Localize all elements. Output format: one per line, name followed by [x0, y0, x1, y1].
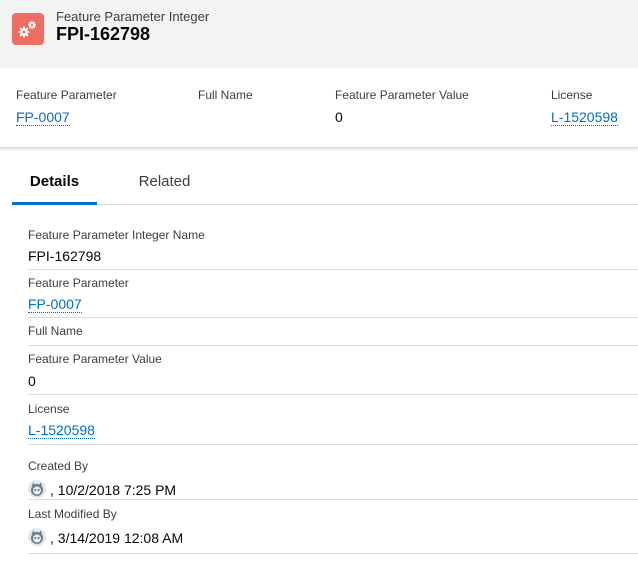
page-title: FPI-162798	[56, 24, 151, 44]
created-date: , 10/2/2018 7:25 PM	[50, 482, 177, 498]
gears-icon	[12, 13, 44, 45]
details-section: Feature Parameter Integer Name FPI-16279…	[28, 223, 638, 554]
feature-parameter-link[interactable]: FP-0007	[28, 296, 82, 313]
tab-details[interactable]: Details	[12, 160, 97, 205]
highlights-panel: Feature Parameter FP-0007 Full Name Feat…	[0, 68, 638, 148]
modified-date: , 3/14/2019 12:08 AM	[50, 530, 184, 546]
license-link[interactable]: L-1520598	[551, 109, 618, 126]
field-label: Last Modified By	[28, 507, 117, 521]
field-name: Feature Parameter Integer Name FPI-16279…	[28, 223, 638, 270]
tab-bar: Details Related	[12, 160, 638, 205]
tab-related[interactable]: Related	[127, 160, 202, 204]
license-link[interactable]: L-1520598	[28, 422, 95, 439]
highlight-value	[198, 109, 253, 127]
highlight-label: Feature Parameter	[16, 88, 117, 102]
highlight-full-name: Full Name	[198, 88, 253, 127]
highlight-feature-parameter-value: Feature Parameter Value 0	[335, 88, 469, 127]
field-license: License L-1520598	[28, 395, 638, 445]
feature-parameter-link[interactable]: FP-0007	[16, 109, 70, 126]
highlight-feature-parameter: Feature Parameter FP-0007	[16, 88, 117, 127]
highlight-license: License L-1520598	[551, 88, 618, 127]
object-type-label: Feature Parameter Integer	[56, 9, 210, 24]
field-created-by: Created By , 10/2/2018 7:25 PM	[28, 445, 638, 500]
field-label: Full Name	[28, 324, 83, 338]
page-header: Feature Parameter Integer FPI-162798	[0, 0, 638, 68]
field-value: 0	[28, 373, 36, 389]
highlight-label: License	[551, 88, 593, 102]
field-feature-parameter: Feature Parameter FP-0007	[28, 270, 638, 318]
user-avatar-icon[interactable]	[28, 480, 46, 498]
highlight-label: Feature Parameter Value	[335, 88, 469, 102]
field-label: License	[28, 402, 70, 416]
field-label: Feature Parameter Integer Name	[28, 228, 205, 242]
field-full-name: Full Name	[28, 318, 638, 346]
field-label: Feature Parameter Value	[28, 352, 162, 366]
field-label: Feature Parameter	[28, 276, 129, 290]
highlight-label: Full Name	[198, 88, 253, 102]
field-value: FPI-162798	[28, 248, 102, 264]
user-avatar-icon[interactable]	[28, 528, 46, 546]
field-feature-parameter-value: Feature Parameter Value 0	[28, 346, 638, 395]
field-label: Created By	[28, 459, 89, 473]
highlight-value: 0	[335, 109, 343, 125]
field-last-modified-by: Last Modified By , 3/14/2019 12:08 AM	[28, 500, 638, 554]
